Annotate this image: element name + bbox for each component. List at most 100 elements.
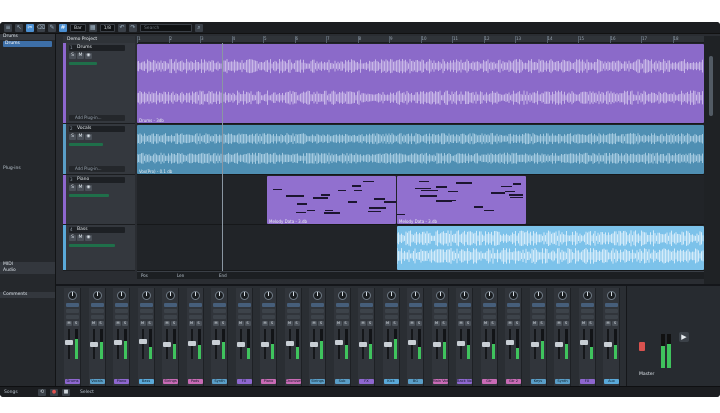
vertical-scrollbar[interactable]: [704, 36, 720, 284]
send-slot[interactable]: [409, 309, 422, 313]
fader-track[interactable]: [187, 329, 196, 359]
insert-slot[interactable]: [433, 303, 447, 307]
insert-slot[interactable]: [384, 303, 398, 307]
pan-knob[interactable]: [386, 291, 396, 300]
fader-track[interactable]: [138, 329, 147, 359]
mute-button[interactable]: M: [605, 321, 611, 326]
fader-track[interactable]: [530, 329, 539, 359]
volume-fader[interactable]: [212, 340, 220, 346]
mute-button[interactable]: M: [77, 53, 84, 59]
pan-knob[interactable]: [117, 291, 126, 300]
mute-button[interactable]: M: [409, 321, 415, 326]
pan-knob[interactable]: [313, 291, 322, 300]
solo-button[interactable]: S: [220, 321, 226, 326]
midi-note[interactable]: [285, 195, 304, 197]
volume-fader[interactable]: [138, 339, 147, 344]
volume-fader[interactable]: [481, 341, 490, 347]
mute-button[interactable]: M: [77, 235, 84, 241]
send-slot[interactable]: [286, 309, 300, 313]
send-slot[interactable]: [237, 315, 251, 319]
midi-note[interactable]: [353, 189, 362, 192]
midi-note[interactable]: [296, 203, 308, 205]
mute-button[interactable]: M: [335, 321, 342, 326]
volume-fader[interactable]: [457, 341, 465, 346]
insert-slot[interactable]: [188, 303, 202, 307]
track-name[interactable]: Drums: [69, 45, 125, 51]
pan-knob[interactable]: [509, 291, 518, 300]
channel-name[interactable]: Keys: [530, 379, 546, 384]
solo-button[interactable]: S: [244, 321, 251, 326]
midi-note[interactable]: [352, 185, 361, 187]
insert-slot[interactable]: [409, 303, 422, 307]
channel-name[interactable]: Piano: [261, 379, 276, 384]
fader-track[interactable]: [408, 329, 416, 359]
midi-note[interactable]: [491, 192, 506, 194]
mute-button[interactable]: M: [213, 321, 219, 326]
send-slot[interactable]: [384, 315, 398, 319]
solo-button[interactable]: S: [97, 321, 104, 326]
solo-button[interactable]: S: [612, 321, 618, 326]
send-slot[interactable]: [556, 309, 569, 313]
fader-track[interactable]: [89, 329, 98, 359]
volume-fader[interactable]: [334, 340, 343, 346]
midi-note[interactable]: [325, 209, 334, 212]
pan-knob[interactable]: [607, 291, 616, 300]
solo-button[interactable]: S: [538, 321, 545, 326]
insert-slot[interactable]: [458, 303, 471, 307]
pan-knob[interactable]: [533, 291, 543, 300]
midi-note[interactable]: [323, 212, 340, 214]
midi-note[interactable]: [500, 185, 512, 188]
send-slot[interactable]: [213, 309, 226, 313]
mute-button[interactable]: M: [262, 321, 268, 326]
mute-button[interactable]: M: [360, 321, 366, 326]
solo-button[interactable]: S: [69, 53, 76, 59]
pan-knob[interactable]: [92, 291, 102, 300]
inspector-track-name[interactable]: Drums: [3, 41, 52, 47]
send-slot[interactable]: [90, 315, 104, 319]
mute-button[interactable]: M: [482, 321, 489, 326]
channel-name[interactable]: Strings: [310, 379, 325, 384]
mute-button[interactable]: M: [90, 321, 97, 326]
midi-note[interactable]: [362, 180, 374, 183]
pan-knob[interactable]: [582, 291, 592, 300]
track-header-drums[interactable]: Drums 1 S M ◉ Add Plug-in...: [63, 43, 135, 124]
channel-name[interactable]: Choruses: [285, 379, 301, 384]
fader-track[interactable]: [457, 329, 465, 359]
track-volume-bar[interactable]: [69, 143, 103, 146]
fader-track[interactable]: [163, 329, 171, 359]
midi-note[interactable]: [337, 189, 347, 192]
channel-name[interactable]: Synth: [555, 379, 570, 384]
insert-slot[interactable]: [482, 303, 496, 307]
insert-slot[interactable]: [580, 303, 594, 307]
solo-button[interactable]: S: [318, 321, 324, 326]
send-slot[interactable]: [507, 309, 520, 313]
stop-icon[interactable]: ■: [62, 388, 70, 396]
channel-name[interactable]: Drums: [65, 379, 80, 384]
mute-button[interactable]: M: [556, 321, 562, 326]
mute-button[interactable]: M: [188, 321, 195, 326]
solo-button[interactable]: S: [367, 321, 373, 326]
search-icon[interactable]: ⌕: [194, 23, 203, 32]
volume-fader[interactable]: [530, 341, 539, 347]
send-slot[interactable]: [482, 309, 496, 313]
send-slot[interactable]: [90, 309, 104, 313]
send-slot[interactable]: [580, 315, 594, 319]
send-slot[interactable]: [311, 309, 324, 313]
mute-button[interactable]: M: [580, 321, 587, 326]
channel-name[interactable]: Gtr: [481, 379, 497, 384]
monitor-icon[interactable]: ◉: [85, 53, 92, 59]
fader-track[interactable]: [261, 329, 269, 359]
track-volume-bar[interactable]: [69, 244, 115, 247]
fader-track[interactable]: [359, 329, 367, 359]
solo-button[interactable]: S: [514, 321, 520, 326]
pan-knob[interactable]: [215, 291, 224, 300]
midi-note[interactable]: [512, 183, 521, 185]
channel-name[interactable]: Gtr 2: [506, 379, 521, 384]
send-slot[interactable]: [531, 309, 545, 313]
search-input[interactable]: Search: [139, 23, 192, 32]
midi-note[interactable]: [435, 186, 447, 188]
channel-name[interactable]: Piano: [114, 379, 129, 384]
pan-knob[interactable]: [288, 291, 298, 300]
volume-fader[interactable]: [604, 341, 612, 347]
volume-fader[interactable]: [408, 340, 416, 346]
